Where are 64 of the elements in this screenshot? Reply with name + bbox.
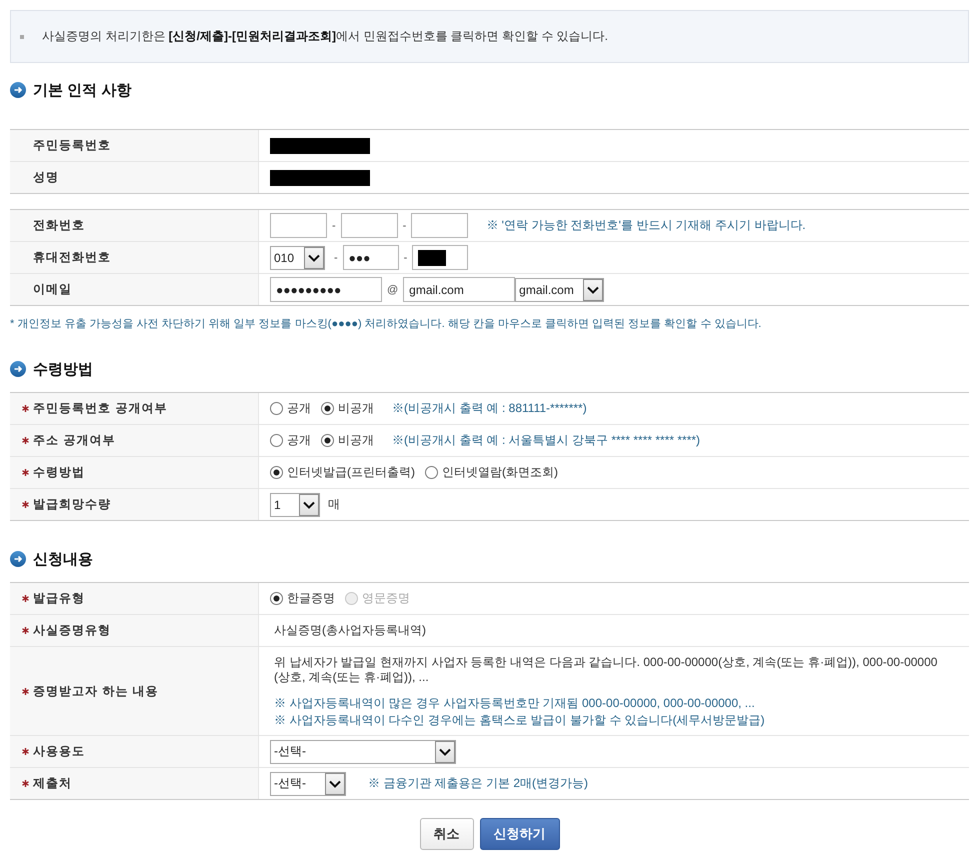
note-text: ※ 금융기관 제출용은 기본 2매(변경가능) xyxy=(368,775,588,792)
chevron-down-icon xyxy=(583,278,604,300)
separator-text: - xyxy=(332,220,336,232)
radio-option[interactable]: 공개 xyxy=(270,432,311,449)
arrow-circle-icon xyxy=(10,551,26,567)
redaction-bar xyxy=(418,250,446,266)
square-bullet-icon xyxy=(20,34,24,38)
field-label: 발급희망수량 xyxy=(33,496,111,513)
dropdown[interactable]: -선택- xyxy=(270,740,456,764)
section-title: 신청내용 xyxy=(33,550,93,568)
notice-text: 사실증명의 처리기한은 [신청/제출]-[민원처리결과조회]에서 민원접수번호를 클릭하면 확인할 수 있습니다. xyxy=(42,28,608,45)
field-label: 증명받고자 하는 내용 xyxy=(33,682,159,700)
section-title: 수령방법 xyxy=(33,360,93,378)
chevron-down-icon xyxy=(325,772,345,794)
input-field[interactable]: ●●●●●●●●● xyxy=(270,277,382,302)
radio-option[interactable]: 공개 xyxy=(270,400,311,417)
input-field[interactable]: gmail.com xyxy=(403,277,516,302)
value-text: 매 xyxy=(328,497,340,512)
note-text: ※ 사업자등록내역이 많은 경우 사업자등록번호만 기재됨 000-00-00000, 000-00-00000, ... xyxy=(274,695,755,712)
separator-text: - xyxy=(334,252,338,264)
note-text: ※ 사업자등록내역이 다수인 경우에는 홈택스로 발급이 불가할 수 있습니다(세무서방문발급) xyxy=(274,712,765,729)
input-field[interactable] xyxy=(412,245,468,270)
field-label: 주소 공개여부 xyxy=(33,432,116,449)
separator-text: - xyxy=(402,220,406,232)
submit-button[interactable]: 신청하기 xyxy=(480,818,560,850)
separator-text: @ xyxy=(387,284,398,296)
dropdown[interactable]: -선택- xyxy=(270,772,346,796)
field-label: 전화번호 xyxy=(33,217,85,234)
separator-text: - xyxy=(404,252,408,264)
chevron-down-icon xyxy=(304,246,324,268)
field-label: 제출처 xyxy=(33,775,72,792)
field-label: 주민등록번호 xyxy=(33,137,111,154)
field-label: 사실증명유형 xyxy=(33,622,111,639)
dropdown[interactable]: 010 xyxy=(270,246,325,270)
cancel-button[interactable]: 취소 xyxy=(420,818,474,850)
field-label: 성명 xyxy=(33,169,59,186)
radio-option[interactable]: 인터넷열람(화면조회) xyxy=(425,464,558,481)
input-field[interactable] xyxy=(411,213,468,238)
note-text: ※ '연락 가능한 전화번호'를 반드시 기재해 주시기 바랍니다. xyxy=(486,217,806,234)
arrow-circle-icon xyxy=(10,361,26,377)
field-label: 발급유형 xyxy=(33,590,85,607)
radio-option[interactable]: 인터넷발급(프린터출력) xyxy=(270,464,415,481)
field-label: 휴대전화번호 xyxy=(33,249,111,266)
value-text: 위 납세자가 발급일 현재까지 사업자 등록한 내역은 다음과 같습니다. 000-00-00000(상호, 계속(또는 휴·폐업)), 000-00-00000 (상호, 계속(또는 휴·폐업)), ... xyxy=(274,655,938,685)
note-text: ※(비공개시 출력 예 : 881111-*******) xyxy=(392,400,587,417)
chevron-down-icon xyxy=(299,494,319,516)
input-field[interactable] xyxy=(340,213,398,238)
input-field[interactable] xyxy=(270,213,327,238)
dropdown[interactable]: gmail.com xyxy=(515,278,604,302)
field-label: 주민등록번호 공개여부 xyxy=(33,400,168,417)
radio-option[interactable]: 비공개 xyxy=(321,400,374,417)
value-text: 사실증명(총사업자등록내역) xyxy=(274,623,426,638)
input-field[interactable]: ●●● xyxy=(342,245,399,270)
footnote-text: * 개인정보 유출 가능성을 사전 차단하기 위해 일부 정보를 마스킹(●●●●) 처리하였습니다. 해당 칸을 마우스로 클릭하면 입력된 정보를 확인할 수 있습니다. xyxy=(10,317,762,331)
note-text: ※(비공개시 출력 예 : 서울특별시 강북구 **** **** **** ****) xyxy=(392,432,700,449)
radio-option[interactable]: 한글증명 xyxy=(270,590,335,607)
field-label: 수령방법 xyxy=(33,464,85,481)
field-label: 사용용도 xyxy=(33,743,85,760)
field-label: 이메일 xyxy=(33,281,72,298)
arrow-circle-icon xyxy=(10,82,26,98)
dropdown[interactable]: 1 xyxy=(270,492,320,516)
chevron-down-icon xyxy=(435,740,455,762)
radio-option[interactable]: 비공개 xyxy=(321,432,374,449)
section-title: 기본 인적 사항 xyxy=(33,80,132,100)
